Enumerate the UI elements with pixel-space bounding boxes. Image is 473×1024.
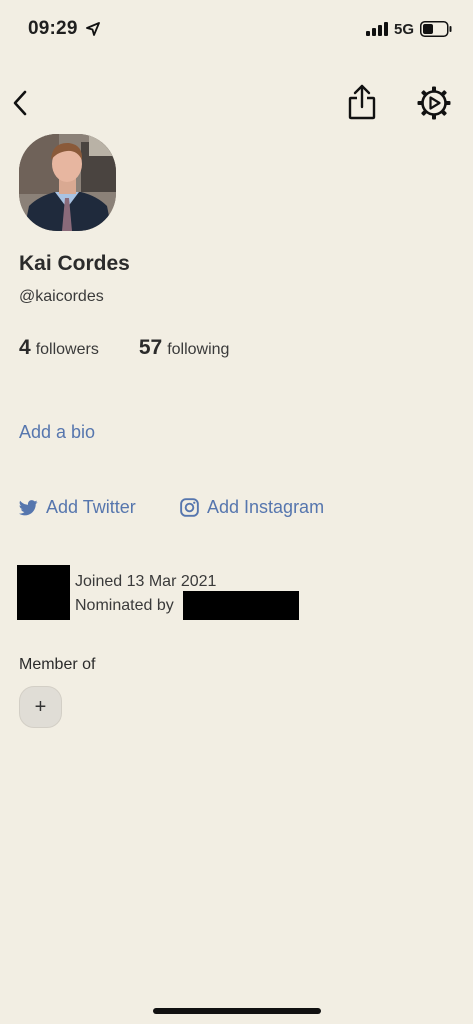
add-instagram-link[interactable]: Add Instagram	[180, 497, 324, 518]
location-arrow-icon	[86, 22, 100, 36]
following-label: following	[167, 341, 230, 358]
member-of-heading: Member of	[19, 656, 96, 673]
network-type: 5G	[394, 21, 415, 38]
twitter-icon	[19, 499, 38, 515]
followers-count: 4	[19, 336, 31, 359]
add-twitter-link[interactable]: Add Twitter	[19, 497, 136, 518]
profile-handle: @kaicordes	[19, 288, 104, 305]
following-stat[interactable]: 57 following	[139, 336, 230, 360]
follow-stats: 4 followers 57 following	[19, 336, 269, 360]
add-twitter-label: Add Twitter	[46, 497, 136, 517]
status-bar: 09:29 5G	[0, 0, 473, 60]
avatar[interactable]	[19, 134, 116, 231]
avatar-photo	[19, 134, 116, 231]
nominated-by-label: Nominated by	[75, 597, 174, 614]
instagram-icon	[180, 498, 199, 517]
profile-name: Kai Cordes	[19, 252, 130, 275]
home-indicator[interactable]	[153, 1008, 321, 1014]
back-chevron-icon	[13, 90, 27, 116]
following-count: 57	[138, 336, 163, 359]
joined-date: Joined 13 Mar 2021	[75, 573, 217, 590]
status-time: 09:29	[28, 18, 78, 39]
add-instagram-label: Add Instagram	[207, 497, 325, 517]
share-icon[interactable]	[346, 83, 378, 121]
settings-gear-icon[interactable]	[417, 86, 451, 120]
followers-label: followers	[35, 341, 99, 358]
back-button[interactable]	[6, 86, 34, 120]
followers-stat[interactable]: 4 followers	[19, 336, 99, 360]
redacted-nominator-name[interactable]	[183, 591, 299, 620]
add-club-button[interactable]: +	[19, 686, 62, 728]
redacted-nominator-avatar	[17, 565, 70, 620]
add-bio-link[interactable]: Add a bio	[19, 422, 95, 443]
signal-bars-icon	[366, 22, 388, 36]
battery-icon	[420, 21, 452, 37]
